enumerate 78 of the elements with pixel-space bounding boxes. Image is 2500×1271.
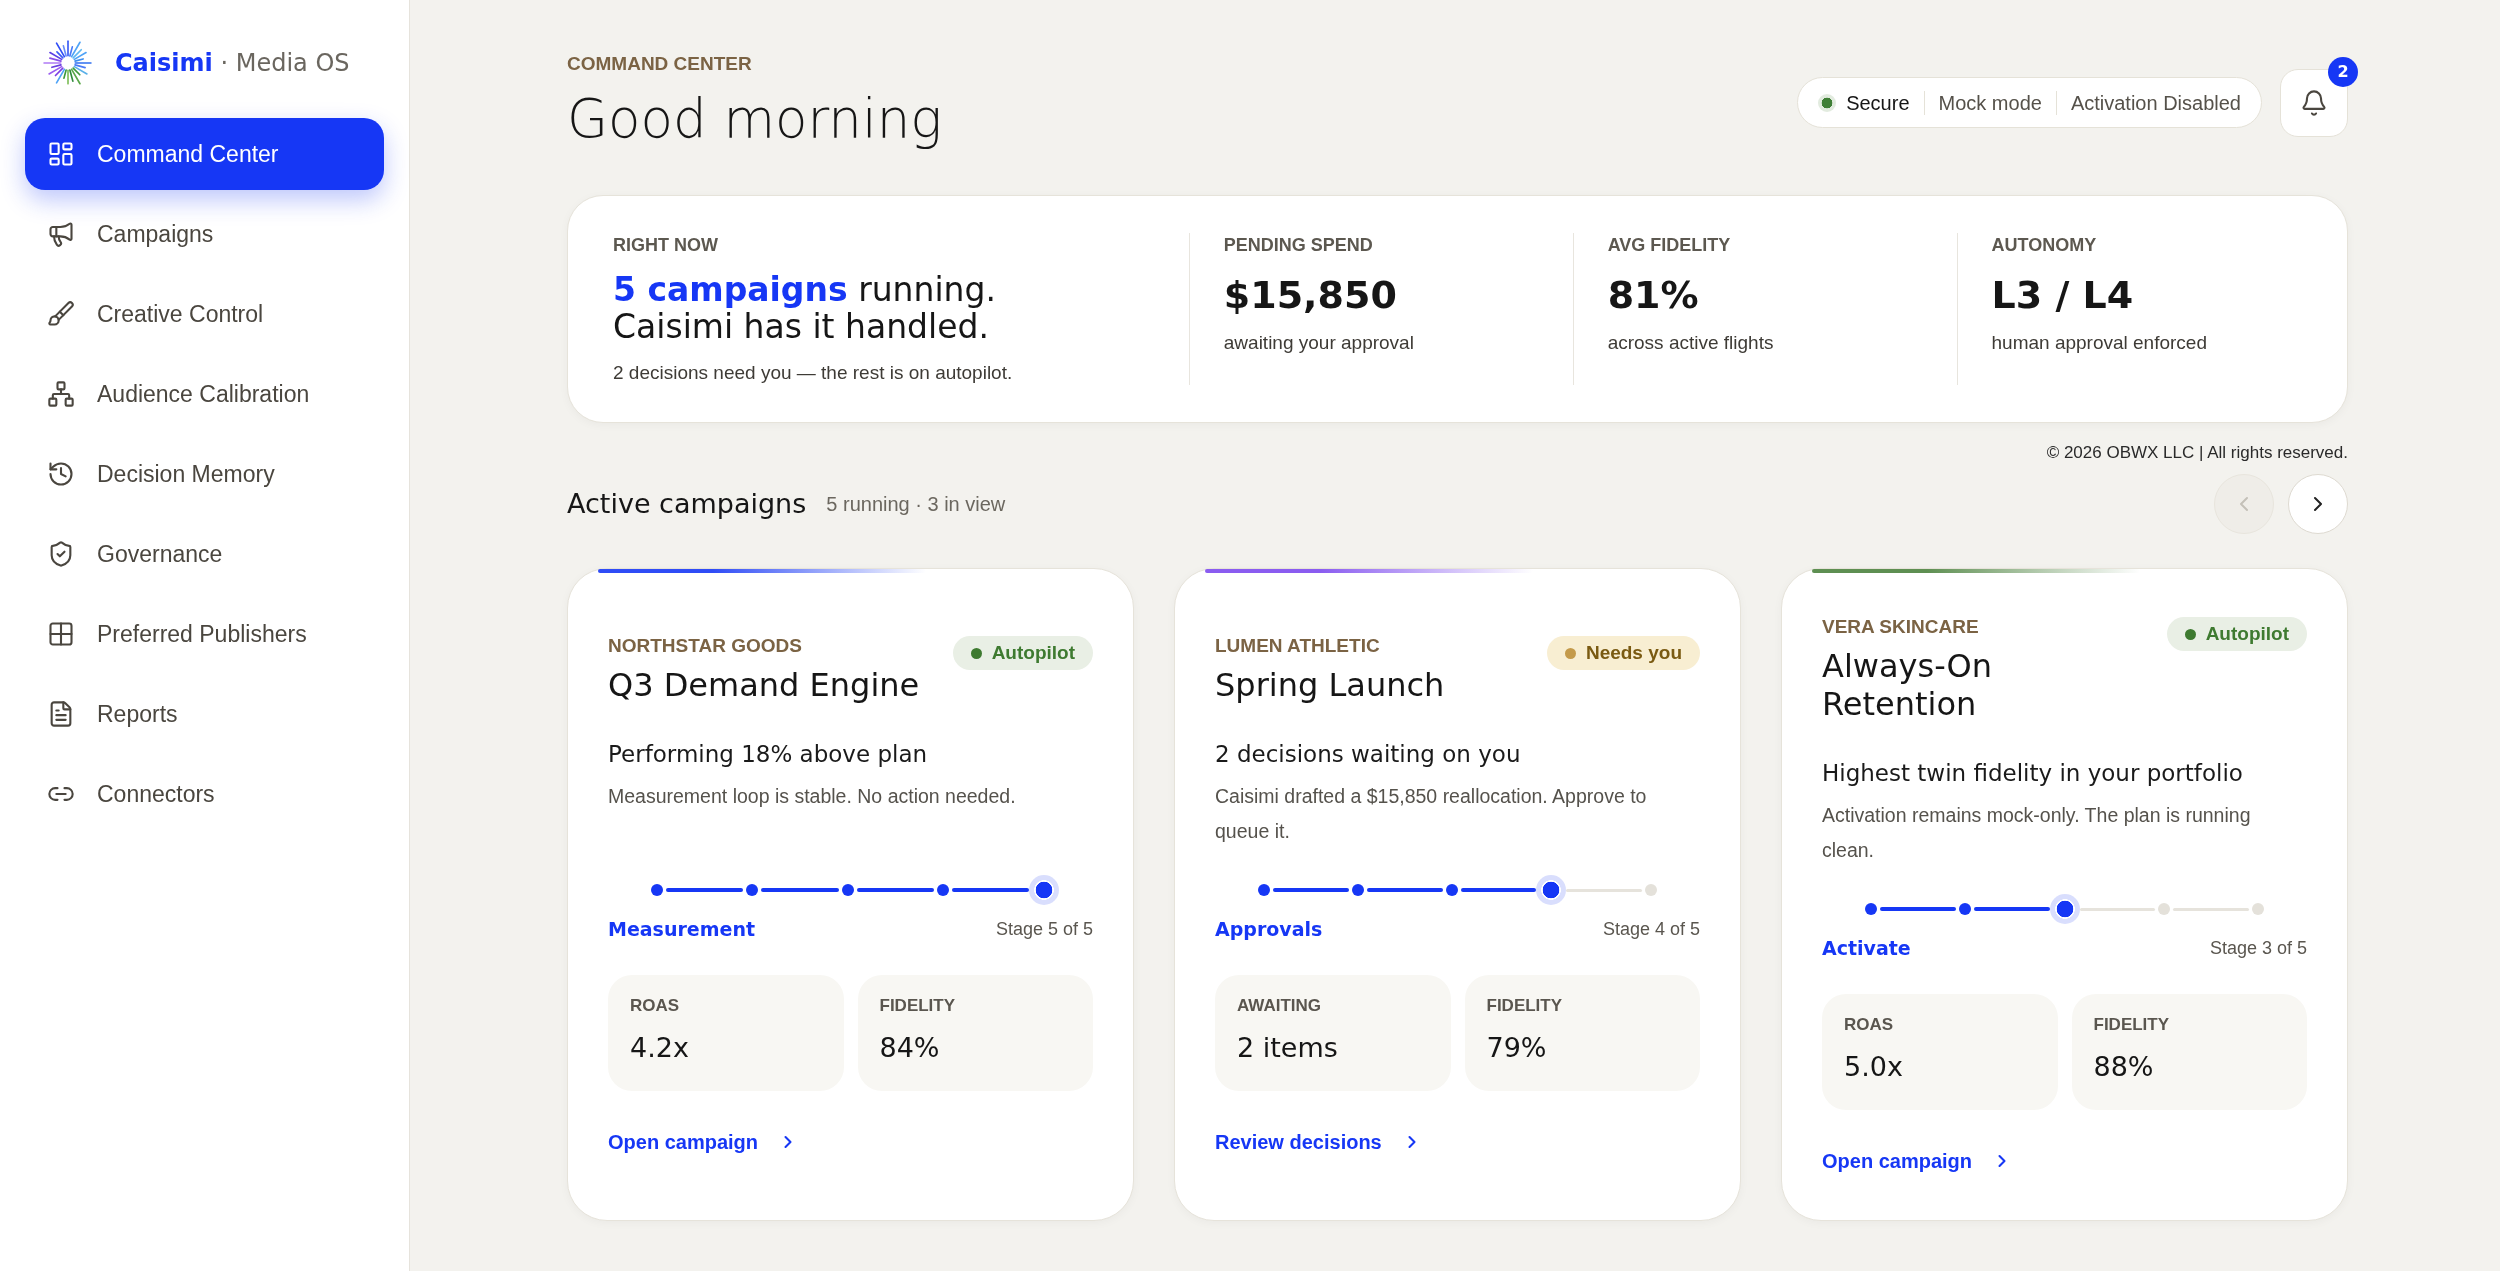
campaign-title: Always-On Retention (1822, 647, 1994, 723)
metric-value: 4.2x (630, 1031, 690, 1065)
status-label: Autopilot (2205, 622, 2289, 646)
nav-item[interactable]: Audience Calibration (25, 358, 384, 430)
campaign-link[interactable]: Review decisions (1215, 1129, 1422, 1155)
stage-count: Stage 5 of 5 (995, 918, 1093, 941)
section-title: Active campaigns (567, 487, 807, 521)
brand-name: Caisimi · Media OS (115, 49, 350, 77)
stage-name: Activate (1822, 936, 1911, 960)
nav-item[interactable]: Governance (25, 518, 384, 590)
metric-label: ROAS (630, 995, 681, 1017)
stat-value: $15,850 (1223, 272, 1398, 319)
stage-count: Stage 4 of 5 (1602, 918, 1700, 941)
network-icon (47, 380, 75, 408)
nav-item[interactable]: Command Center (25, 118, 384, 190)
metric-value: 84% (879, 1031, 941, 1065)
client-name: NORTHSTAR GOODS (608, 634, 803, 658)
client-name: LUMEN ATHLETIC (1215, 634, 1381, 658)
nav-item[interactable]: Creative Control (25, 278, 384, 350)
status-label: Autopilot (991, 641, 1075, 665)
status-dot-icon (2184, 628, 2196, 640)
campaign-link[interactable]: Open campaign (1822, 1148, 2013, 1174)
stat-value: L3 / L4 (1991, 272, 2135, 319)
metric-label: FIDELITY (1486, 995, 1564, 1017)
history-icon (47, 460, 75, 488)
stage-count: Stage 3 of 5 (2209, 937, 2307, 960)
status-label: Secure (1846, 90, 1910, 115)
metric-value: 5.0x (1844, 1050, 1904, 1084)
metric-label: ROAS (1844, 1014, 1895, 1036)
metric-label: FIDELITY (2093, 1014, 2171, 1036)
stage-name: Approvals (1215, 917, 1323, 941)
stat-note: awaiting your approval (1223, 331, 1415, 355)
stage-name: Measurement (608, 917, 755, 941)
page-eyebrow: COMMAND CENTER (567, 52, 753, 76)
campaign-detail: Caisimi drafted a $15,850 reallocation. Approve to queue it. (1215, 784, 1648, 844)
grid-icon (47, 620, 75, 648)
campaign-headline: 2 decisions waiting on you (1215, 740, 1522, 769)
status-label: Mock mode (1938, 90, 2042, 115)
summary-note: 2 decisions need you — the rest is on autopilot. (613, 361, 1014, 385)
status-dot-icon (1818, 93, 1837, 112)
metric-value: 79% (1486, 1031, 1548, 1065)
stat-label: PENDING SPEND (1223, 234, 1374, 257)
dashboard-icon (47, 140, 75, 168)
section-summary: 5 running · 3 in view (826, 492, 1006, 516)
summary-headline: 5 campaigns running. Caisimi has it handled. (613, 271, 997, 345)
metric-label: FIDELITY (879, 995, 957, 1017)
campaign-title: Q3 Demand Engine (608, 666, 920, 704)
status-dot-icon (1564, 647, 1576, 659)
notification-count: 2 (2328, 56, 2358, 87)
bell-icon (2300, 88, 2328, 117)
stat-label: AUTONOMY (1991, 234, 2098, 257)
campaign-headline: Highest twin fidelity in your portfolio (1822, 759, 2244, 788)
metric-label: AWAITING (1237, 995, 1323, 1017)
summary-label: RIGHT NOW (613, 234, 719, 257)
page-title: Good morning (567, 87, 943, 151)
nav-item[interactable]: Reports (25, 678, 384, 750)
status-dot-icon (970, 647, 982, 659)
metric-value: 2 items (1237, 1031, 1339, 1065)
brush-icon (47, 300, 75, 328)
metric-value: 88% (2093, 1050, 2155, 1084)
campaign-detail: Activation remains mock-only. The plan is running clean. (1822, 803, 2252, 863)
campaign-detail: Measurement loop is stable. No action needed. (608, 784, 1017, 809)
stat-note: human approval enforced (1991, 331, 2208, 355)
nav-item[interactable]: Preferred Publishers (25, 598, 384, 670)
stat-label: AVG FIDELITY (1607, 234, 1732, 257)
nav-item[interactable]: Decision Memory (25, 438, 384, 510)
client-name: VERA SKINCARE (1822, 615, 1980, 639)
campaign-title: Spring Launch (1215, 666, 1445, 704)
megaphone-icon (47, 220, 75, 248)
status-label: Needs you (1585, 641, 1682, 665)
nav-item[interactable]: Campaigns (25, 198, 384, 270)
campaign-headline: Performing 18% above plan (608, 740, 929, 769)
stat-value: 81% (1607, 272, 1700, 319)
copyright-text: © 2026 OBWX LLC | All rights reserved. (2046, 443, 2348, 463)
stat-note: across active flights (1607, 331, 1775, 355)
status-label: Activation Disabled (2070, 90, 2241, 115)
nav-item[interactable]: Connectors (25, 758, 384, 830)
campaign-link[interactable]: Open campaign (608, 1129, 799, 1155)
